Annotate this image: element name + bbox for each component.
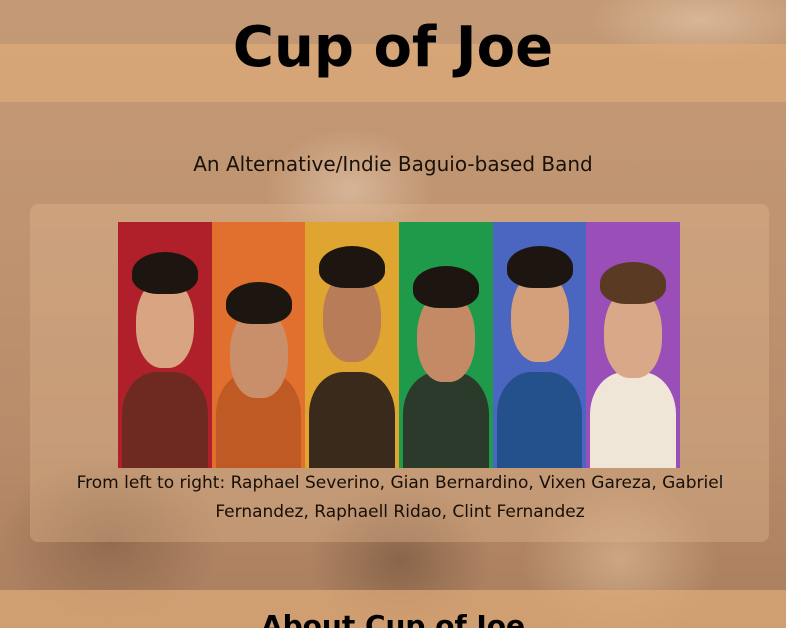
photo-strip-5 [492,222,587,468]
photo-caption: From left to right: Raphael Severino, Gi… [76,473,724,522]
photo-strip-4 [399,222,493,468]
photo-strip-2 [211,222,306,468]
member-body [403,372,489,468]
member-body [590,372,677,468]
member-body [496,372,583,468]
member-hair [319,246,386,288]
section-heading-about: About Cup of Joe [260,609,526,628]
member-hair [600,262,667,304]
photo-strip-6 [586,222,680,468]
page-subtitle: An Alternative/Indie Baguio-based Band [193,152,593,176]
photo-strip-3 [305,222,400,468]
member-hair [506,246,573,288]
member-hair [225,282,292,324]
member-hair [413,266,480,308]
band-photo [118,222,680,468]
page-title: Cup of Joe [232,15,554,80]
member-body [309,372,396,468]
photo-strip-1 [118,222,212,468]
member-body [122,372,208,468]
member-hair [132,252,198,294]
